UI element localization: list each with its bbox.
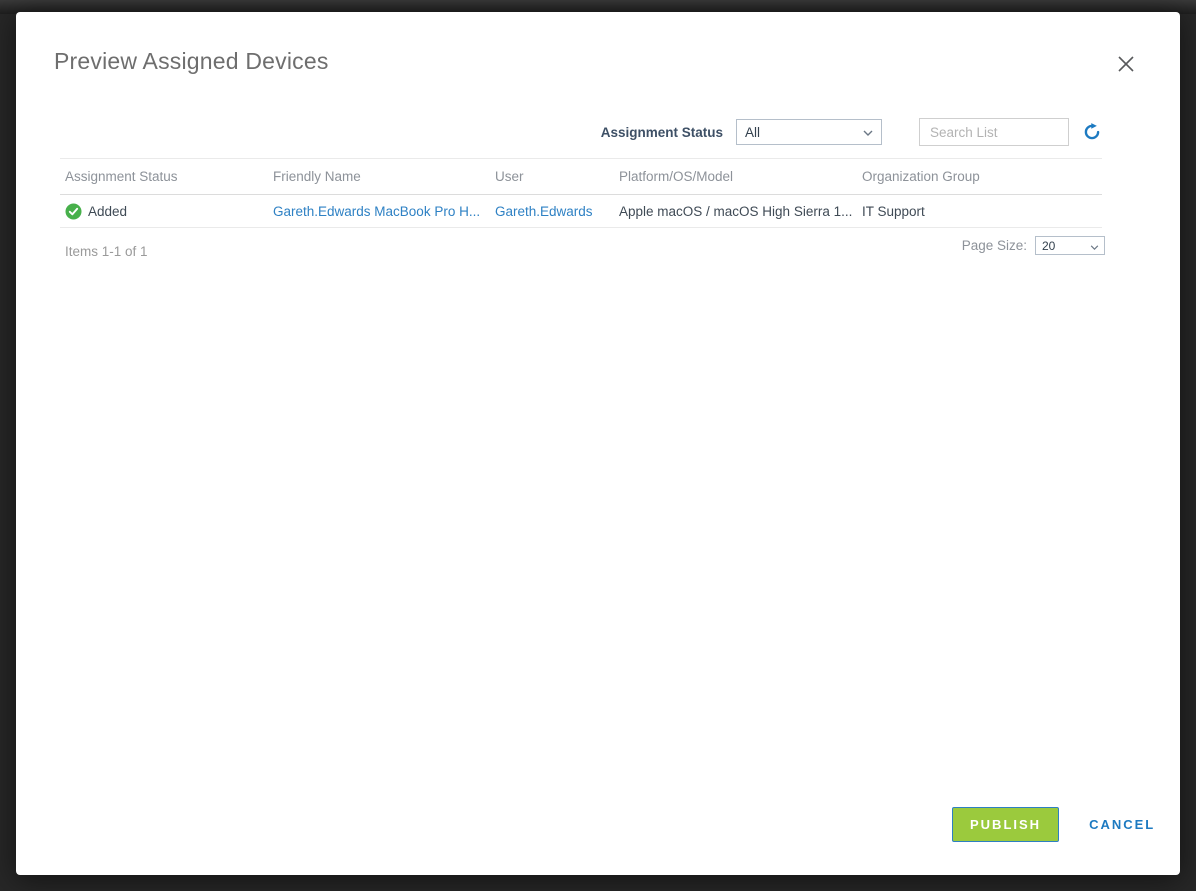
chevron-down-icon	[1090, 237, 1099, 255]
close-icon[interactable]	[1114, 52, 1138, 76]
column-header-platform: Platform/OS/Model	[619, 158, 862, 195]
column-header-assignment-status: Assignment Status	[60, 158, 273, 195]
row-status-text: Added	[88, 203, 128, 219]
table-row: Added Gareth.Edwards MacBook Pro H... Ga…	[60, 194, 1102, 228]
column-header-friendly-name: Friendly Name	[273, 158, 495, 195]
organization-group-value: IT Support	[862, 194, 1102, 228]
assignment-status-filter-label: Assignment Status	[600, 124, 723, 140]
search-input[interactable]	[919, 118, 1069, 146]
page-size-control: Page Size: 20	[16, 236, 1105, 255]
preview-assigned-devices-modal: Preview Assigned Devices Assignment Stat…	[16, 12, 1180, 875]
column-header-organization-group: Organization Group	[862, 158, 1102, 195]
table-header-row: Assignment Status Friendly Name User Pla…	[60, 158, 1102, 195]
platform-os-model-value: Apple macOS / macOS High Sierra 1...	[619, 194, 862, 228]
page-size-select[interactable]: 20	[1035, 236, 1105, 255]
page-size-selected-value: 20	[1042, 238, 1056, 253]
column-header-user: User	[495, 158, 619, 195]
check-circle-icon	[65, 203, 82, 220]
page-size-label: Page Size:	[961, 238, 1027, 253]
assignment-status-selected-value: All	[745, 124, 761, 140]
user-link[interactable]: Gareth.Edwards	[495, 204, 593, 219]
device-friendly-name-link[interactable]: Gareth.Edwards MacBook Pro H...	[273, 204, 480, 219]
modal-title: Preview Assigned Devices	[54, 48, 329, 74]
modal-footer-actions: PUBLISH CANCEL	[952, 807, 1155, 842]
cancel-button[interactable]: CANCEL	[1089, 817, 1155, 832]
publish-button[interactable]: PUBLISH	[952, 807, 1060, 842]
assignment-status-select[interactable]: All	[736, 119, 882, 145]
refresh-icon[interactable]	[1082, 122, 1102, 142]
chevron-down-icon	[863, 123, 873, 141]
filter-bar: Assignment Status All	[16, 118, 1102, 146]
assigned-devices-table: Assignment Status Friendly Name User Pla…	[60, 158, 1102, 228]
